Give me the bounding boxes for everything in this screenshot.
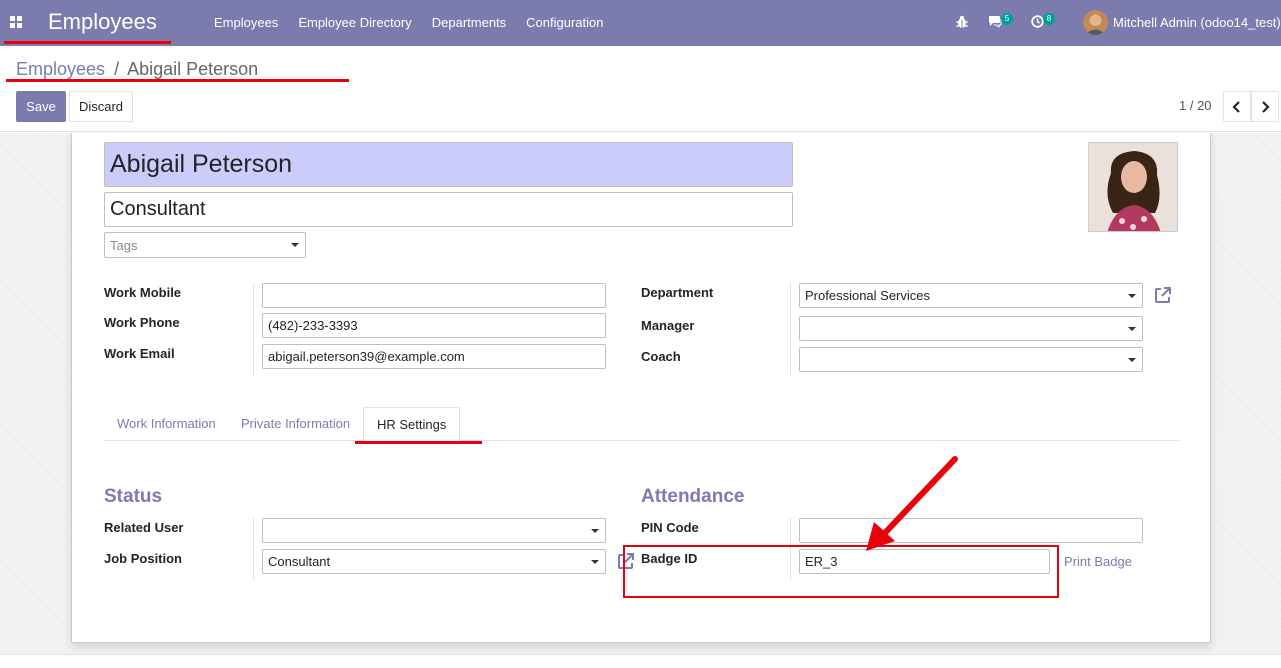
field-divider <box>253 518 254 580</box>
caret-down-icon <box>591 559 599 564</box>
caret-down-icon <box>1128 293 1136 298</box>
pager-previous-button[interactable] <box>1223 91 1251 122</box>
attendance-section-title: Attendance <box>641 486 745 507</box>
manager-select[interactable] <box>799 316 1143 341</box>
bug-icon[interactable] <box>956 15 968 29</box>
user-avatar[interactable] <box>1083 10 1108 35</box>
field-divider <box>253 283 254 375</box>
print-badge-button[interactable]: Print Badge <box>1064 554 1132 569</box>
job-position-label: Job Position <box>104 551 182 566</box>
caret-down-icon <box>1128 326 1136 331</box>
messages-count-badge: 5 <box>1001 13 1013 25</box>
highlight-box-badge-id <box>623 545 1059 598</box>
discard-button[interactable]: Discard <box>69 91 133 122</box>
chat-icon[interactable] <box>988 15 1002 28</box>
tab-work-information[interactable]: Work Information <box>104 407 229 441</box>
save-button[interactable]: Save <box>16 91 66 122</box>
activities-count-badge: 8 <box>1043 13 1055 25</box>
work-phone-label: Work Phone <box>104 315 180 330</box>
pin-code-label: PIN Code <box>641 520 699 535</box>
main-menu: Employees Employee Directory Departments… <box>214 15 604 30</box>
menu-item-configuration[interactable]: Configuration <box>526 15 603 30</box>
department-label: Department <box>641 285 714 300</box>
menu-item-employees[interactable]: Employees <box>214 15 278 30</box>
chevron-right-icon <box>1262 100 1270 113</box>
status-section-title: Status <box>104 486 163 507</box>
caret-down-icon <box>291 243 299 247</box>
tab-private-information[interactable]: Private Information <box>228 407 363 441</box>
work-email-input[interactable]: abigail.peterson39@example.com <box>262 344 606 369</box>
clock-icon[interactable] <box>1031 15 1044 28</box>
breadcrumb-parent[interactable]: Employees <box>16 59 105 79</box>
work-email-label: Work Email <box>104 346 175 361</box>
coach-select[interactable] <box>799 347 1143 372</box>
menu-item-employee-directory[interactable]: Employee Directory <box>298 15 411 30</box>
employee-photo[interactable] <box>1088 142 1178 232</box>
pin-code-input[interactable] <box>799 518 1143 543</box>
highlight-underline-breadcrumb <box>6 79 349 82</box>
pager-value[interactable]: 1 / 20 <box>1179 98 1212 113</box>
caret-down-icon <box>1128 357 1136 362</box>
department-select[interactable]: Professional Services <box>799 283 1143 308</box>
breadcrumb-separator: / <box>114 59 120 79</box>
work-phone-input[interactable]: (482)-233-3393 <box>262 313 606 338</box>
field-divider <box>790 283 791 375</box>
tags-placeholder: Tags <box>110 237 138 253</box>
employee-name-input[interactable]: Abigail Peterson <box>104 142 793 187</box>
related-user-select[interactable] <box>262 518 606 543</box>
chevron-left-icon <box>1232 100 1240 113</box>
highlight-underline-app-title <box>4 41 171 44</box>
related-user-label: Related User <box>104 520 184 535</box>
top-navbar: Employees Employees Employee Directory D… <box>0 0 1281 46</box>
user-menu[interactable]: Mitchell Admin (odoo14_test) <box>1113 15 1281 30</box>
department-value: Professional Services <box>805 288 930 303</box>
highlight-underline-hr-tab <box>355 441 482 444</box>
job-position-value: Consultant <box>268 554 331 569</box>
menu-item-departments[interactable]: Departments <box>432 15 506 30</box>
breadcrumb-current: Abigail Peterson <box>127 59 259 79</box>
work-mobile-label: Work Mobile <box>104 285 182 300</box>
control-panel: Employees / Abigail Peterson Save Discar… <box>0 46 1281 132</box>
job-position-select[interactable]: Consultant <box>262 549 606 574</box>
tab-hr-settings[interactable]: HR Settings <box>363 407 461 441</box>
job-title-input[interactable]: Consultant <box>104 192 793 227</box>
manager-label: Manager <box>641 318 695 333</box>
coach-label: Coach <box>641 349 681 364</box>
notebook-tabs: Work Information Private Information HR … <box>104 407 1179 441</box>
app-title[interactable]: Employees <box>48 9 157 35</box>
apps-icon[interactable] <box>10 16 22 28</box>
pager-next-button[interactable] <box>1251 91 1279 122</box>
caret-down-icon <box>591 528 599 533</box>
tags-input[interactable]: Tags <box>104 232 306 258</box>
breadcrumb: Employees / Abigail Peterson <box>16 59 258 80</box>
external-link-icon[interactable] <box>1153 285 1173 305</box>
work-mobile-input[interactable] <box>262 283 606 308</box>
